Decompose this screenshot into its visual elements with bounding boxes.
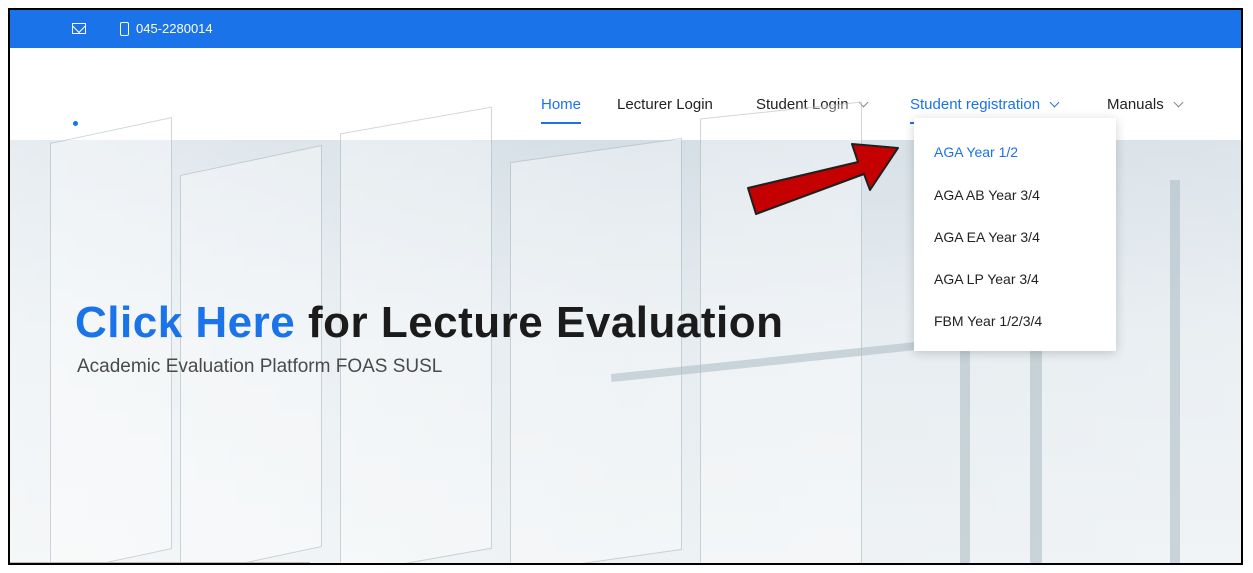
top-bar: 045-2280014 <box>10 10 1241 48</box>
phone-number[interactable]: 045-2280014 <box>136 21 213 36</box>
dropdown-item-aga-lp-year-3-4[interactable]: AGA LP Year 3/4 <box>934 271 1039 287</box>
chevron-down-icon <box>1173 97 1184 108</box>
dropdown-item-aga-year-1-2[interactable]: AGA Year 1/2 <box>934 144 1018 160</box>
nav-manuals[interactable]: Manuals <box>1107 96 1184 113</box>
dropdown-item-aga-ea-year-3-4[interactable]: AGA EA Year 3/4 <box>934 229 1040 245</box>
phone-icon <box>120 22 129 36</box>
student-registration-dropdown: AGA Year 1/2 AGA AB Year 3/4 AGA EA Year… <box>914 118 1116 351</box>
glass-panel <box>510 137 682 563</box>
nav-student-registration-label: Student registration <box>910 96 1041 113</box>
screenshot-frame: 045-2280014 Home Lecturer Login Student … <box>8 8 1243 565</box>
dropdown-item-aga-ab-year-3-4[interactable]: AGA AB Year 3/4 <box>934 187 1040 203</box>
glass-panel <box>180 144 322 563</box>
hero-title-rest: for Lecture Evaluation <box>295 298 784 347</box>
nav-manuals-label: Manuals <box>1107 96 1164 113</box>
envelope-icon[interactable] <box>72 23 86 34</box>
hero-subtitle: Academic Evaluation Platform FOAS SUSL <box>77 356 443 377</box>
nav-home-label: Home <box>541 96 582 113</box>
hero-title-link[interactable]: Click Here <box>75 298 295 347</box>
chevron-down-icon <box>1049 97 1060 108</box>
building-beam <box>1170 180 1180 563</box>
active-underline <box>541 122 582 124</box>
nav-lecturer-login-label: Lecturer Login <box>617 96 713 113</box>
red-arrow-annotation <box>747 143 899 215</box>
nav-lecturer-login[interactable]: Lecturer Login <box>617 96 713 113</box>
horizontal-scrollbar[interactable] <box>10 562 310 563</box>
nav-student-registration[interactable]: Student registration <box>910 96 1060 124</box>
arrow-shape <box>747 143 899 215</box>
nav-home[interactable]: Home <box>541 96 582 124</box>
hero-title[interactable]: Click Here for Lecture Evaluation <box>75 298 784 348</box>
dropdown-item-fbm-year-1-2-3-4[interactable]: FBM Year 1/2/3/4 <box>934 313 1042 329</box>
